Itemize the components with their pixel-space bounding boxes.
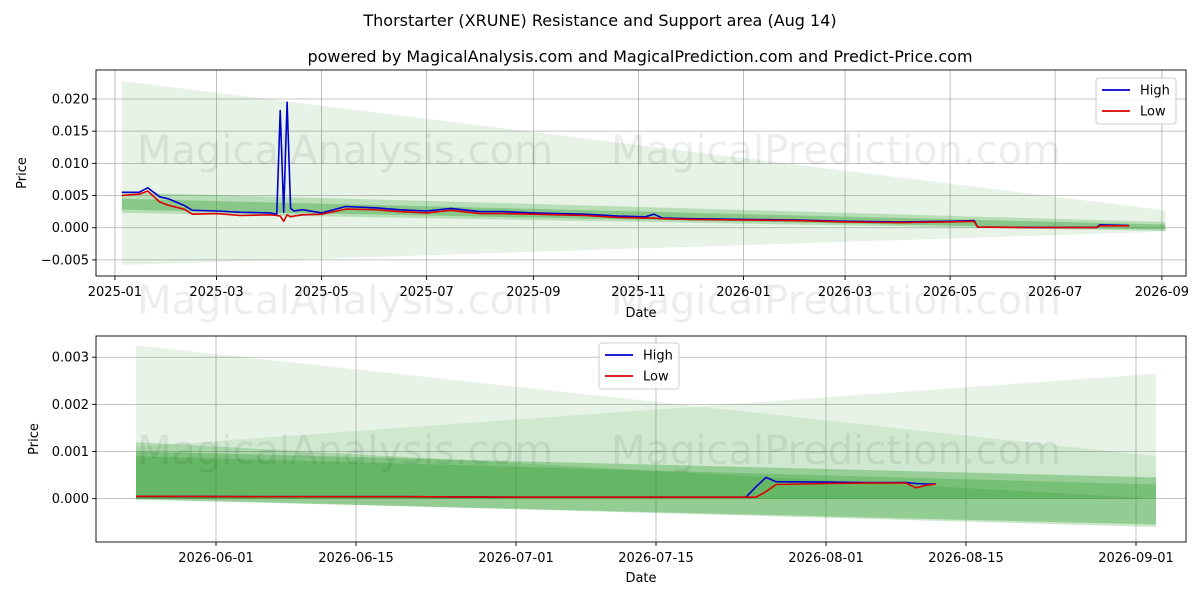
x-tick-label: 2026-09-01 [1098, 551, 1174, 566]
x-tick-label: 2026-05 [923, 285, 977, 300]
y-axis-label: Price [15, 157, 30, 189]
x-tick-label: 2025-11 [611, 285, 665, 300]
y-tick-label: 0.002 [52, 398, 89, 413]
x-tick-label: 2025-07 [399, 285, 453, 300]
x-axis-label: Date [625, 306, 656, 321]
x-tick-label: 2025-09 [506, 285, 560, 300]
legend-label-low: Low [1140, 105, 1166, 120]
legend-label-high: High [1140, 84, 1170, 99]
figure-canvas: Thorstarter (XRUNE) Resistance and Suppo… [15, 11, 1189, 586]
legend: High Low [598, 342, 680, 390]
x-tick-label: 2026-09 [1135, 285, 1189, 300]
x-tick-label: 2026-03 [818, 285, 872, 300]
legend-label-low: Low [643, 370, 669, 385]
x-axis-label: Date [625, 571, 656, 586]
x-tick-label: 2026-07-01 [478, 551, 554, 566]
x-tick-label: 2026-07-15 [618, 551, 694, 566]
bottom-panel: MagicalAnalysis.com MagicalPrediction.com… [27, 335, 1187, 586]
y-tick-label: 0.015 [52, 125, 89, 140]
x-tick-label: 2026-07 [1028, 285, 1082, 300]
y-tick-label: 0.000 [52, 492, 89, 507]
y-tick-label: 0.003 [52, 351, 89, 366]
y-tick-label: 0.010 [52, 157, 89, 172]
watermark-prediction: MagicalPrediction.com [611, 428, 1061, 474]
x-tick-label: 2025-05 [294, 285, 348, 300]
support-resistance-band [136, 496, 1156, 525]
x-tick-label: 2025-03 [189, 285, 243, 300]
watermark-analysis: MagicalAnalysis.com [137, 428, 553, 474]
legend: High Low [1095, 77, 1177, 125]
y-axis-label: Price [27, 423, 42, 455]
x-tick-label: 2026-06-15 [318, 551, 394, 566]
top-panel: MagicalAnalysis.com MagicalPrediction.com… [15, 69, 1189, 324]
y-tick-label: 0.001 [52, 445, 89, 460]
chart-subtitle: powered by MagicalAnalysis.com and Magic… [307, 47, 972, 66]
x-tick-label: 2026-08-01 [788, 551, 864, 566]
watermark-prediction: MagicalPrediction.com [611, 128, 1061, 174]
y-tick-label: 0.005 [52, 189, 89, 204]
watermark-analysis: MagicalAnalysis.com [137, 128, 553, 174]
x-tick-label: 2025-01 [88, 285, 142, 300]
y-tick-label: 0.020 [52, 92, 89, 107]
y-tick-label: 0.000 [52, 221, 89, 236]
legend-label-high: High [643, 349, 673, 364]
chart-title: Thorstarter (XRUNE) Resistance and Suppo… [362, 11, 836, 30]
y-tick-label: −0.005 [41, 253, 89, 268]
x-tick-label: 2026-06-01 [178, 551, 254, 566]
x-tick-label: 2026-01 [716, 285, 770, 300]
chart-figure: Thorstarter (XRUNE) Resistance and Suppo… [0, 0, 1200, 600]
x-tick-label: 2026-08-15 [928, 551, 1004, 566]
